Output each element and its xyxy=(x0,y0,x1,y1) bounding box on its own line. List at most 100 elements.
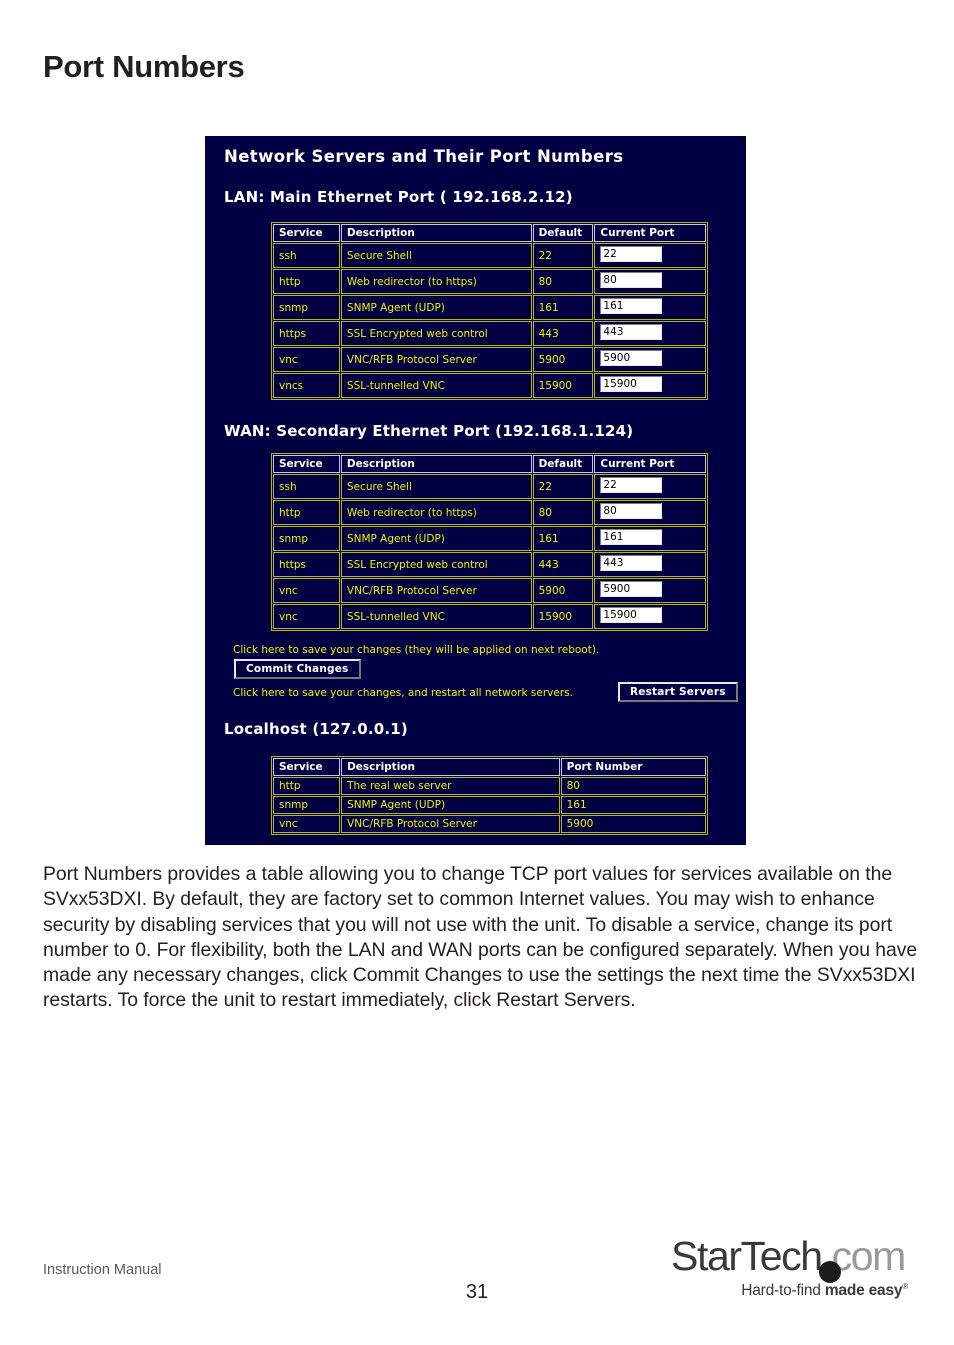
cell-default: 80 xyxy=(532,500,594,525)
registered-mark-icon: ® xyxy=(902,1282,908,1291)
cell-default: 80 xyxy=(532,269,594,294)
cell-service: http xyxy=(273,777,341,795)
current-port-input[interactable]: 80 xyxy=(600,503,663,519)
cell-current-port: 15900 xyxy=(594,604,706,629)
cell-current-port: 80 xyxy=(594,500,706,525)
section-heading-localhost: Localhost (127.0.0.1) xyxy=(224,720,408,738)
cell-default: 443 xyxy=(532,552,594,577)
table-row: ssh Secure Shell 22 22 xyxy=(273,474,706,499)
cell-current-port: 15900 xyxy=(594,373,706,398)
cell-port-number: 5900 xyxy=(560,815,706,833)
table-row: snmp SNMP Agent (UDP) 161 161 xyxy=(273,295,706,320)
restart-servers-button[interactable]: Restart Servers xyxy=(618,682,738,702)
section-heading-lan: LAN: Main Ethernet Port ( 192.168.2.12) xyxy=(224,188,573,206)
cell-service: https xyxy=(273,321,340,346)
cell-description: SNMP Agent (UDP) xyxy=(340,526,532,551)
cell-current-port: 22 xyxy=(594,474,706,499)
table-row: https SSL Encrypted web control 443 443 xyxy=(273,321,706,346)
section-heading-wan: WAN: Secondary Ethernet Port (192.168.1.… xyxy=(224,422,634,440)
cell-description: Secure Shell xyxy=(340,243,532,268)
cell-current-port: 443 xyxy=(594,321,706,346)
column-header-current-port: Current Port xyxy=(594,455,706,473)
column-header-default: Default xyxy=(532,224,594,242)
table-row: vnc VNC/RFB Protocol Server 5900 5900 xyxy=(273,578,706,603)
table-row: vnc SSL-tunnelled VNC 15900 15900 xyxy=(273,604,706,629)
cell-service: snmp xyxy=(273,796,341,814)
body-paragraph: Port Numbers provides a table allowing y… xyxy=(43,863,918,1012)
cell-service: vncs xyxy=(273,373,340,398)
table-row: http The real web server 80 xyxy=(273,777,706,795)
cell-service: vnc xyxy=(273,604,340,629)
cell-default: 15900 xyxy=(532,604,594,629)
column-header-description: Description xyxy=(340,224,532,242)
logo-tagline-light: Hard-to-find xyxy=(741,1282,825,1300)
cell-default: 161 xyxy=(532,295,594,320)
cell-service: snmp xyxy=(273,295,340,320)
cell-current-port: 80 xyxy=(594,269,706,294)
cell-description: SSL-tunnelled VNC xyxy=(340,373,532,398)
current-port-input[interactable]: 22 xyxy=(600,246,663,262)
cell-service: snmp xyxy=(273,526,340,551)
cell-service: vnc xyxy=(273,578,340,603)
table-header-row: Service Description Default Current Port xyxy=(273,455,706,473)
current-port-input[interactable]: 443 xyxy=(600,555,663,571)
cell-current-port: 443 xyxy=(594,552,706,577)
commit-changes-note: Click here to save your changes (they wi… xyxy=(233,644,600,656)
cell-description: SSL Encrypted web control xyxy=(340,552,532,577)
cell-description: VNC/RFB Protocol Server xyxy=(340,578,532,603)
table-row: vnc VNC/RFB Protocol Server 5900 xyxy=(273,815,706,833)
table-header-row: Service Description Default Current Port xyxy=(273,224,706,242)
column-header-default: Default xyxy=(532,455,594,473)
column-header-port-number: Port Number xyxy=(560,758,706,776)
cell-default: 443 xyxy=(532,321,594,346)
lan-port-table: Service Description Default Current Port… xyxy=(271,222,708,400)
table-row: snmp SNMP Agent (UDP) 161 xyxy=(273,796,706,814)
cell-default: 22 xyxy=(532,243,594,268)
cell-service: vnc xyxy=(273,347,340,372)
table-row: https SSL Encrypted web control 443 443 xyxy=(273,552,706,577)
cell-description: VNC/RFB Protocol Server xyxy=(341,815,560,833)
cell-current-port: 5900 xyxy=(594,578,706,603)
table-row: ssh Secure Shell 22 22 xyxy=(273,243,706,268)
cell-description: VNC/RFB Protocol Server xyxy=(340,347,532,372)
page-title: Port Numbers xyxy=(43,49,245,84)
current-port-input[interactable]: 5900 xyxy=(600,350,663,366)
cell-service: ssh xyxy=(273,474,340,499)
cell-current-port: 161 xyxy=(594,295,706,320)
column-header-current-port: Current Port xyxy=(594,224,706,242)
cell-description: Web redirector (to https) xyxy=(340,269,532,294)
cell-port-number: 161 xyxy=(560,796,706,814)
column-header-service: Service xyxy=(273,224,340,242)
cell-service: ssh xyxy=(273,243,340,268)
table-header-row: Service Description Port Number xyxy=(273,758,706,776)
cell-description: SSL-tunnelled VNC xyxy=(340,604,532,629)
current-port-input[interactable]: 161 xyxy=(600,529,663,545)
logo-wordmark: StarTech.com xyxy=(671,1233,906,1279)
current-port-input[interactable]: 443 xyxy=(600,324,663,340)
current-port-input[interactable]: 22 xyxy=(600,477,663,493)
current-port-input[interactable]: 80 xyxy=(600,272,663,288)
current-port-input[interactable]: 161 xyxy=(600,298,663,314)
column-header-description: Description xyxy=(341,758,560,776)
current-port-input[interactable]: 15900 xyxy=(600,607,663,623)
localhost-port-table: Service Description Port Number http The… xyxy=(271,756,708,835)
cell-service: http xyxy=(273,269,340,294)
cell-description: SSL Encrypted web control xyxy=(340,321,532,346)
startech-logo: StarTech.com Hard-to-find made easy® xyxy=(671,1233,908,1305)
cell-description: Secure Shell xyxy=(340,474,532,499)
current-port-input[interactable]: 5900 xyxy=(600,581,663,597)
restart-servers-note: Click here to save your changes, and res… xyxy=(233,687,573,699)
column-header-description: Description xyxy=(340,455,532,473)
footer-document-label: Instruction Manual xyxy=(43,1262,162,1278)
cell-service: vnc xyxy=(273,815,341,833)
commit-changes-button[interactable]: Commit Changes xyxy=(234,659,361,679)
logo-dot-icon xyxy=(819,1261,841,1283)
cell-default: 161 xyxy=(532,526,594,551)
screenshot-title: Network Servers and Their Port Numbers xyxy=(224,147,624,166)
cell-default: 5900 xyxy=(532,578,594,603)
column-header-service: Service xyxy=(273,455,340,473)
table-row: http Web redirector (to https) 80 80 xyxy=(273,269,706,294)
cell-service: http xyxy=(273,500,340,525)
current-port-input[interactable]: 15900 xyxy=(600,376,663,392)
cell-description: The real web server xyxy=(341,777,560,795)
